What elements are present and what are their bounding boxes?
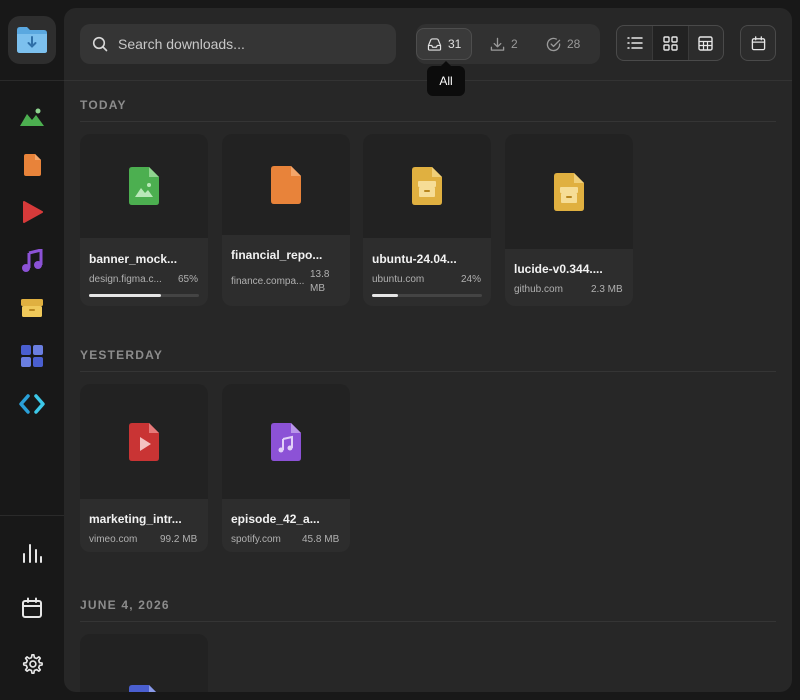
download-card[interactable]: financial_repo... finance.compa... 13.8 … [222,134,350,306]
search-input[interactable] [118,36,378,52]
file-name: banner_mock... [89,252,178,266]
list-view-button[interactable] [617,26,652,60]
file-size: 2.3 MB [591,284,623,295]
file-thumbnail [80,384,208,499]
filter-downloading[interactable]: 2 [480,28,528,60]
archive-file-icon [412,167,442,205]
archive-file-icon [554,172,584,211]
sidebar-item-archives[interactable] [16,292,48,324]
sidebar-item-stats[interactable] [16,536,48,568]
file-source: github.com [514,284,563,295]
file-thumbnail [505,134,633,249]
sidebar [0,0,64,700]
document-file-icon [271,165,301,204]
sidebar-divider [0,80,64,81]
app-logo[interactable] [8,16,56,64]
section-divider [80,121,776,122]
sidebar-item-code[interactable] [16,388,48,420]
file-source: vimeo.com [89,534,138,545]
file-name: ubuntu-24.04... [372,252,457,266]
progress-fill [89,294,161,297]
progress-fill [372,294,399,297]
table-view-button[interactable] [687,26,723,60]
sidebar-item-apps[interactable] [16,340,48,372]
download-icon [490,37,505,51]
image-icon [20,108,44,126]
file-name: financial_repo... [231,248,323,262]
list-icon [626,37,643,49]
image-file-icon [129,167,159,205]
filter-completed-count: 28 [567,37,581,51]
filter-group: 31 2 28 [416,24,600,64]
sidebar-item-settings[interactable] [16,648,48,680]
file-source: design.figma.c... [89,274,162,285]
file-thumbnail [80,134,208,238]
file-thumbnail [363,134,491,238]
document-icon [24,154,41,176]
file-thumbnail [222,384,350,499]
sidebar-item-images[interactable] [16,101,48,133]
search-box[interactable] [80,24,396,64]
progress-bar [89,294,199,297]
section-title: TODAY [80,98,127,112]
section-title: YESTERDAY [80,348,164,362]
section-title: JUNE 4, 2026 [80,598,170,612]
view-mode-toggle [616,25,724,61]
file-size: 99.2 MB [160,534,198,545]
main-panel: 31 2 28 All TODA [64,8,792,692]
search-icon [92,36,108,52]
download-card[interactable]: banner_mock... design.figma.c... 65% [80,134,208,306]
sidebar-item-videos[interactable] [16,196,48,228]
download-progress-text: 65% [178,274,199,285]
download-card[interactable] [80,634,208,692]
filter-all[interactable]: 31 [416,28,473,60]
file-name: episode_42_a... [231,512,320,526]
filter-all-count: 31 [448,37,462,51]
download-card[interactable]: marketing_intr... vimeo.com 99.2 MB [80,384,208,552]
file-name: marketing_intr... [89,512,182,526]
gear-icon [22,654,43,674]
file-size: 45.8 MB [302,534,340,545]
inbox-icon [427,37,442,51]
section-divider [80,371,776,372]
section-divider [80,621,776,622]
video-icon [23,201,43,223]
file-size: 13.8 MB [310,269,330,294]
download-card[interactable]: episode_42_a... spotify.com 45.8 MB [222,384,350,552]
code-icon [19,394,45,414]
file-thumbnail [222,134,350,235]
file-source: ubuntu.com [372,274,425,285]
app-file-icon [129,685,156,692]
calendar-icon [751,35,765,50]
sidebar-divider [0,515,64,516]
sidebar-item-documents[interactable] [16,149,48,181]
music-icon [22,249,43,272]
progress-bar [372,294,482,297]
archive-icon [21,299,43,317]
grid-view-button[interactable] [652,26,688,60]
filter-downloading-count: 2 [511,37,518,51]
calendar-button[interactable] [740,25,776,61]
bar-chart-icon [23,544,42,563]
download-card[interactable]: lucide-v0.344.... github.com 2.3 MB [505,134,633,306]
file-name: lucide-v0.344.... [514,262,603,276]
file-source: finance.compa... [231,276,305,287]
video-file-icon [129,422,159,461]
filter-tooltip: All [427,61,465,96]
grid-icon [663,35,678,51]
folder-download-icon [17,27,47,53]
sidebar-item-calendar[interactable] [16,592,48,624]
file-thumbnail [80,634,208,692]
download-progress-text: 24% [461,274,482,285]
sidebar-item-audio[interactable] [16,245,48,277]
audio-file-icon [271,422,301,461]
download-card[interactable]: ubuntu-24.04... ubuntu.com 24% [363,134,491,306]
file-source: spotify.com [231,534,281,545]
apps-icon [21,345,43,367]
check-circle-icon [546,37,561,51]
filter-completed[interactable]: 28 [536,28,590,60]
calendar-icon [22,597,42,618]
table-icon [698,35,714,51]
